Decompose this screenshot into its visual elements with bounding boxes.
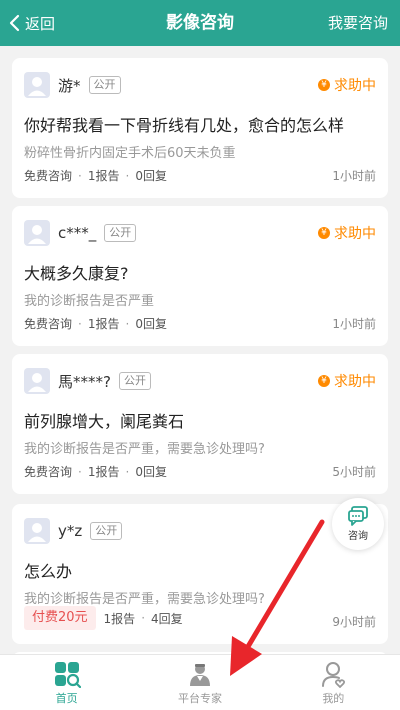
public-badge: 公开 <box>118 372 151 390</box>
reply-count: 0回复 <box>135 465 167 479</box>
tab-experts-label: 平台专家 <box>177 691 222 705</box>
time-ago: 1小时前 <box>332 317 376 331</box>
card-meta: 免费咨询 · 1报告 · 0回复 <box>24 316 167 332</box>
public-badge: 公开 <box>88 76 121 94</box>
status-label: 求助中 <box>334 226 376 242</box>
status-icon: ¥ <box>318 375 330 387</box>
avatar <box>24 518 50 544</box>
status-label: 求助中 <box>334 78 376 94</box>
consult-card[interactable]: c***_ 公开 ¥ 求助中 大概多久康复? 我的诊断报告是否严重 免费咨询 · … <box>12 206 388 346</box>
tab-mine[interactable]: 我的 <box>267 655 400 710</box>
status-badge: ¥ 求助中 <box>318 368 376 394</box>
status-badge: ¥ 求助中 <box>318 72 376 98</box>
profile-icon <box>322 661 346 688</box>
chevron-left-icon <box>9 14 20 32</box>
consult-float-label: 咨询 <box>348 531 368 542</box>
reply-count: 0回复 <box>135 317 167 331</box>
bottom-tab-bar: 首页 平台专家 我的 <box>0 654 400 710</box>
avatar <box>24 72 50 98</box>
card-meta: 免费咨询 · 1报告 · 0回复 <box>24 464 167 480</box>
back-label: 返回 <box>25 14 56 33</box>
question-desc: 我的诊断报告是否严重，需要急诊处理吗? <box>24 442 265 457</box>
report-count: 1报告 <box>103 611 136 626</box>
chat-icon <box>348 506 368 526</box>
user-name: c***_ <box>58 224 97 242</box>
home-grid-icon <box>54 661 81 688</box>
avatar <box>24 220 50 246</box>
ask-consult-button[interactable]: 我要咨询 <box>328 0 388 46</box>
time-ago: 9小时前 <box>332 615 376 629</box>
reply-count: 0回复 <box>135 169 167 183</box>
user-avatar-icon <box>28 225 46 244</box>
user-avatar-icon <box>28 523 46 542</box>
consult-feed[interactable]: 游* 公开 ¥ 求助中 你好帮我看一下骨折线有几处，愈合的怎么样 粉碎性骨折内固… <box>0 46 400 654</box>
back-button[interactable]: 返回 <box>8 0 55 46</box>
public-badge: 公开 <box>104 224 137 242</box>
user-name: y*z <box>58 522 83 540</box>
reply-count: 4回复 <box>151 611 183 626</box>
question-desc: 我的诊断报告是否严重 <box>24 294 155 309</box>
paid-badge: 付费20元 <box>24 606 96 630</box>
user-avatar-icon <box>28 77 46 96</box>
consult-card[interactable]: 馬****? 公开 ¥ 求助中 前列腺增大，阑尾粪石 我的诊断报告是否严重，需要… <box>12 354 388 494</box>
status-badge: ¥ 求助中 <box>318 220 376 246</box>
question-desc: 粉碎性骨折内固定手术后60天未负重 <box>24 146 236 161</box>
card-meta: 付费20元 1报告 · 4回复 <box>24 606 183 630</box>
header-bar: 返回 影像咨询 我要咨询 <box>0 0 400 46</box>
question-title: 你好帮我看一下骨折线有几处，愈合的怎么样 <box>24 116 345 135</box>
report-count: 1报告 <box>87 169 120 183</box>
user-name: 游* <box>58 76 81 95</box>
question-title: 大概多久康复? <box>24 264 129 283</box>
doctor-icon <box>189 663 210 686</box>
status-icon: ¥ <box>318 79 330 91</box>
consult-type: 免费咨询 <box>24 465 73 479</box>
user-name: 馬****? <box>58 372 111 391</box>
consult-type: 免费咨询 <box>24 317 73 331</box>
user-avatar-icon <box>28 373 46 392</box>
report-count: 1报告 <box>87 317 120 331</box>
avatar <box>24 368 50 394</box>
consult-card[interactable]: 游* 公开 ¥ 求助中 你好帮我看一下骨折线有几处，愈合的怎么样 粉碎性骨折内固… <box>12 58 388 198</box>
question-title: 前列腺增大，阑尾粪石 <box>24 412 185 431</box>
tab-experts[interactable]: 平台专家 <box>133 655 266 710</box>
tab-mine-label: 我的 <box>322 691 345 705</box>
question-title: 怎么办 <box>24 562 73 581</box>
report-count: 1报告 <box>87 465 120 479</box>
card-meta: 免费咨询 · 1报告 · 0回复 <box>24 168 167 184</box>
public-badge: 公开 <box>90 522 123 540</box>
time-ago: 1小时前 <box>332 169 376 183</box>
status-label: 求助中 <box>334 374 376 390</box>
consult-float-button[interactable]: 咨询 <box>332 498 384 550</box>
question-desc: 我的诊断报告是否严重，需要急诊处理吗? <box>24 592 265 607</box>
tab-home-label: 首页 <box>55 691 78 705</box>
status-icon: ¥ <box>318 227 330 239</box>
tab-home[interactable]: 首页 <box>0 655 133 710</box>
consult-type: 免费咨询 <box>24 169 73 183</box>
time-ago: 5小时前 <box>332 465 376 479</box>
